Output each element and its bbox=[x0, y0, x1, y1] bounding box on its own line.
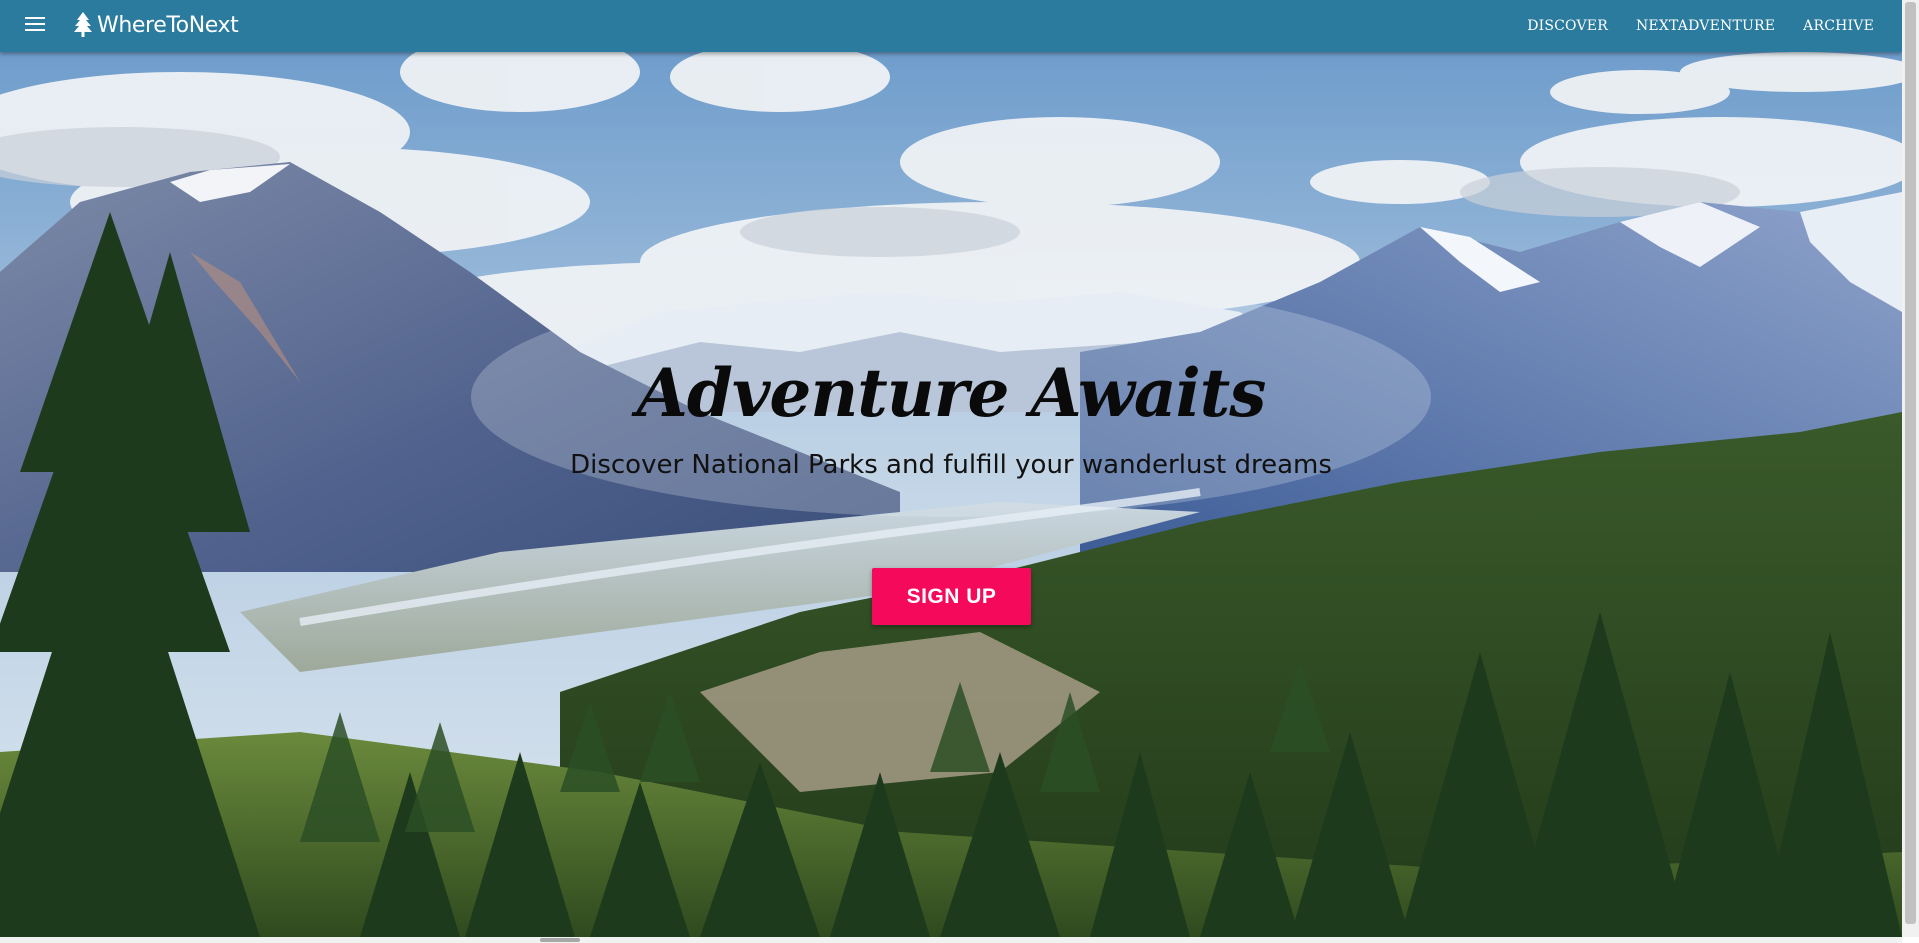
page: WhereToNext DISCOVER NEXTADVENTURE ARCHI… bbox=[0, 0, 1902, 943]
nav-link-nextadventure[interactable]: NEXTADVENTURE bbox=[1636, 18, 1775, 34]
top-navbar: WhereToNext DISCOVER NEXTADVENTURE ARCHI… bbox=[0, 0, 1902, 52]
brand-name: WhereToNext bbox=[97, 12, 239, 38]
hamburger-menu-icon[interactable] bbox=[25, 17, 45, 33]
vertical-scrollbar[interactable] bbox=[1902, 0, 1919, 937]
hero-content: Adventure Awaits Discover National Parks… bbox=[0, 52, 1902, 937]
brand-logo-link[interactable]: WhereToNext bbox=[73, 10, 239, 40]
hero-subtitle: Discover National Parks and fulfill your… bbox=[570, 450, 1332, 480]
nav-links: DISCOVER NEXTADVENTURE ARCHIVE bbox=[1499, 0, 1874, 52]
horizontal-scrollbar[interactable] bbox=[0, 937, 1902, 943]
hero-title: Adventure Awaits bbox=[636, 354, 1267, 432]
pine-tree-icon bbox=[74, 12, 92, 37]
sign-up-button[interactable]: SIGN UP bbox=[872, 568, 1031, 625]
vertical-scrollbar-thumb[interactable] bbox=[1905, 2, 1916, 924]
nav-link-discover[interactable]: DISCOVER bbox=[1527, 18, 1608, 34]
nav-link-archive[interactable]: ARCHIVE bbox=[1803, 18, 1874, 34]
hero-section: Adventure Awaits Discover National Parks… bbox=[0, 52, 1902, 937]
horizontal-scrollbar-thumb[interactable] bbox=[540, 938, 580, 942]
